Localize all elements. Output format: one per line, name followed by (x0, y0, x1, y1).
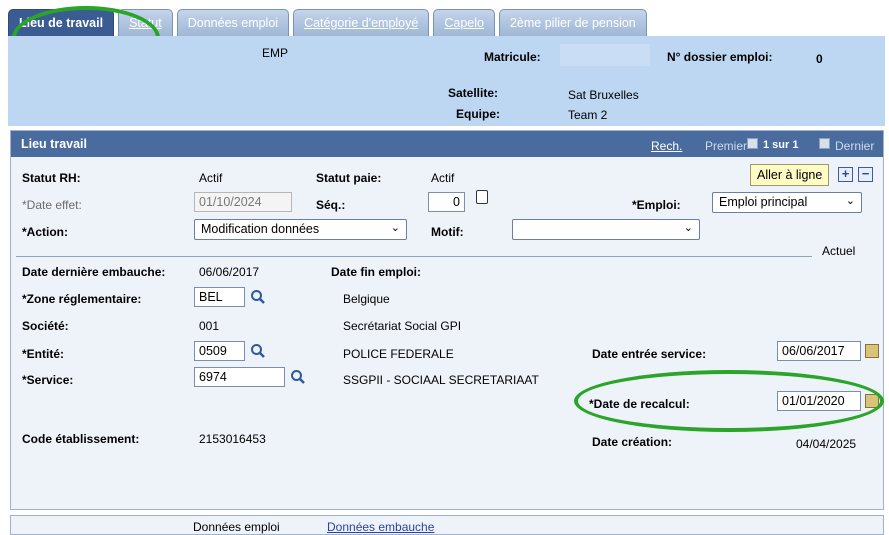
next-arrow-icon[interactable] (819, 138, 830, 149)
societe-description: Secrétariat Social GPI (343, 319, 462, 333)
calendar-icon[interactable] (865, 344, 879, 358)
statut-paie-value: Actif (431, 171, 455, 185)
emploi-select[interactable]: Emploi principal ⌄ (712, 192, 862, 213)
action-label: *Action: (22, 225, 68, 239)
equipe-label: Equipe: (456, 107, 500, 121)
divider (16, 256, 812, 257)
panel-title: Lieu travail (21, 137, 87, 151)
societe-label: Société: (22, 319, 69, 333)
emploi-label: *Emploi: (632, 198, 681, 212)
search-icon[interactable] (250, 343, 266, 359)
actuel-label: Actuel (822, 244, 856, 258)
motif-label: Motif: (431, 225, 464, 239)
statut-rh-label: Statut RH: (22, 171, 81, 185)
seq-label: Séq.: (316, 198, 346, 212)
row-counter: 1 sur 1 (763, 139, 799, 151)
tab-label: Données emploi (187, 16, 279, 30)
remove-row-icon[interactable]: − (858, 167, 873, 182)
entite-field[interactable]: 0509 (194, 341, 245, 361)
matricule-value (560, 44, 650, 66)
date-derniere-embauche-label: Date dernière embauche: (22, 265, 166, 279)
motif-select[interactable]: ⌄ (512, 219, 700, 240)
employee-header: EMP Matricule: N° dossier emploi: 0 Sate… (8, 36, 885, 126)
tab-label: 2ème pilier de pension (509, 16, 636, 30)
service-description: SSGPII - SOCIAAL SECRETARIAAT (343, 373, 539, 387)
emploi-select-value: Emploi principal (719, 195, 808, 209)
first-link[interactable]: Premier (705, 139, 747, 153)
add-row-icon[interactable]: + (838, 167, 853, 182)
service-field[interactable]: 6974 (194, 367, 285, 387)
chevron-down-icon: ⌄ (845, 195, 855, 207)
statut-rh-value: Actif (199, 171, 223, 185)
dossier-emploi-label: N° dossier emploi: (667, 50, 773, 64)
action-select-value: Modification données (201, 222, 320, 236)
search-icon[interactable] (250, 289, 266, 305)
action-select[interactable]: Modification données ⌄ (194, 219, 407, 240)
seq-field[interactable]: 0 (428, 192, 465, 212)
entite-description: POLICE FEDERALE (343, 347, 454, 361)
zone-label: *Zone réglementaire: (22, 292, 142, 306)
donnees-embauche-link[interactable]: Données embauche (327, 520, 434, 534)
dossier-emploi-value: 0 (816, 52, 823, 66)
satellite-label: Satellite: (448, 86, 499, 100)
date-entree-service-field[interactable]: 06/06/2017 (777, 341, 861, 361)
tab-donnees-emploi[interactable]: Données emploi (176, 9, 290, 36)
tab-categorie-employe[interactable]: Catégorie d'employé (293, 9, 430, 36)
service-label: *Service: (22, 373, 74, 387)
footer-links: Données emploi Données embauche (10, 515, 884, 535)
last-link[interactable]: Dernier (835, 139, 874, 153)
date-effet-label: *Date effet: (22, 198, 82, 212)
chevron-down-icon: ⌄ (683, 222, 693, 234)
aller-a-ligne-button[interactable]: Aller à ligne (750, 164, 830, 186)
date-creation-value: 04/04/2025 (796, 437, 857, 451)
date-fin-emploi-label: Date fin emploi: (331, 265, 422, 279)
entite-label: *Entité: (22, 347, 64, 361)
tab-label: Capelo (444, 16, 484, 30)
search-icon[interactable] (290, 369, 306, 385)
highlight-oval-recalcul (574, 370, 884, 432)
date-creation-label: Date création: (592, 435, 673, 449)
prev-arrow-icon[interactable] (747, 138, 758, 149)
equipe-value: Team 2 (568, 108, 608, 122)
code-etablissement-value: 2153016453 (199, 432, 266, 446)
date-effet-field: 01/10/2024 (194, 192, 292, 212)
date-derniere-embauche-value: 06/06/2017 (199, 265, 260, 279)
donnees-emploi-text: Données emploi (193, 520, 280, 534)
code-etablissement-label: Code établissement: (22, 432, 140, 446)
zone-field[interactable]: BEL (194, 287, 245, 307)
checkbox[interactable] (476, 190, 488, 204)
matricule-label: Matricule: (484, 50, 541, 64)
emp-label: EMP (262, 46, 289, 60)
date-entree-service-label: Date entrée service: (592, 347, 707, 361)
tab-label: Catégorie d'employé (304, 16, 419, 30)
societe-value: 001 (199, 319, 220, 333)
tab-2eme-pilier[interactable]: 2ème pilier de pension (498, 9, 647, 36)
search-link[interactable]: Rech. (651, 139, 682, 153)
zone-description: Belgique (343, 292, 390, 306)
statut-paie-label: Statut paie: (316, 171, 382, 185)
chevron-down-icon: ⌄ (390, 222, 400, 234)
tab-capelo[interactable]: Capelo (433, 9, 495, 36)
panel-header: Lieu travail Rech. Premier 1 sur 1 Derni… (11, 131, 883, 157)
satellite-value: Sat Bruxelles (568, 88, 639, 102)
